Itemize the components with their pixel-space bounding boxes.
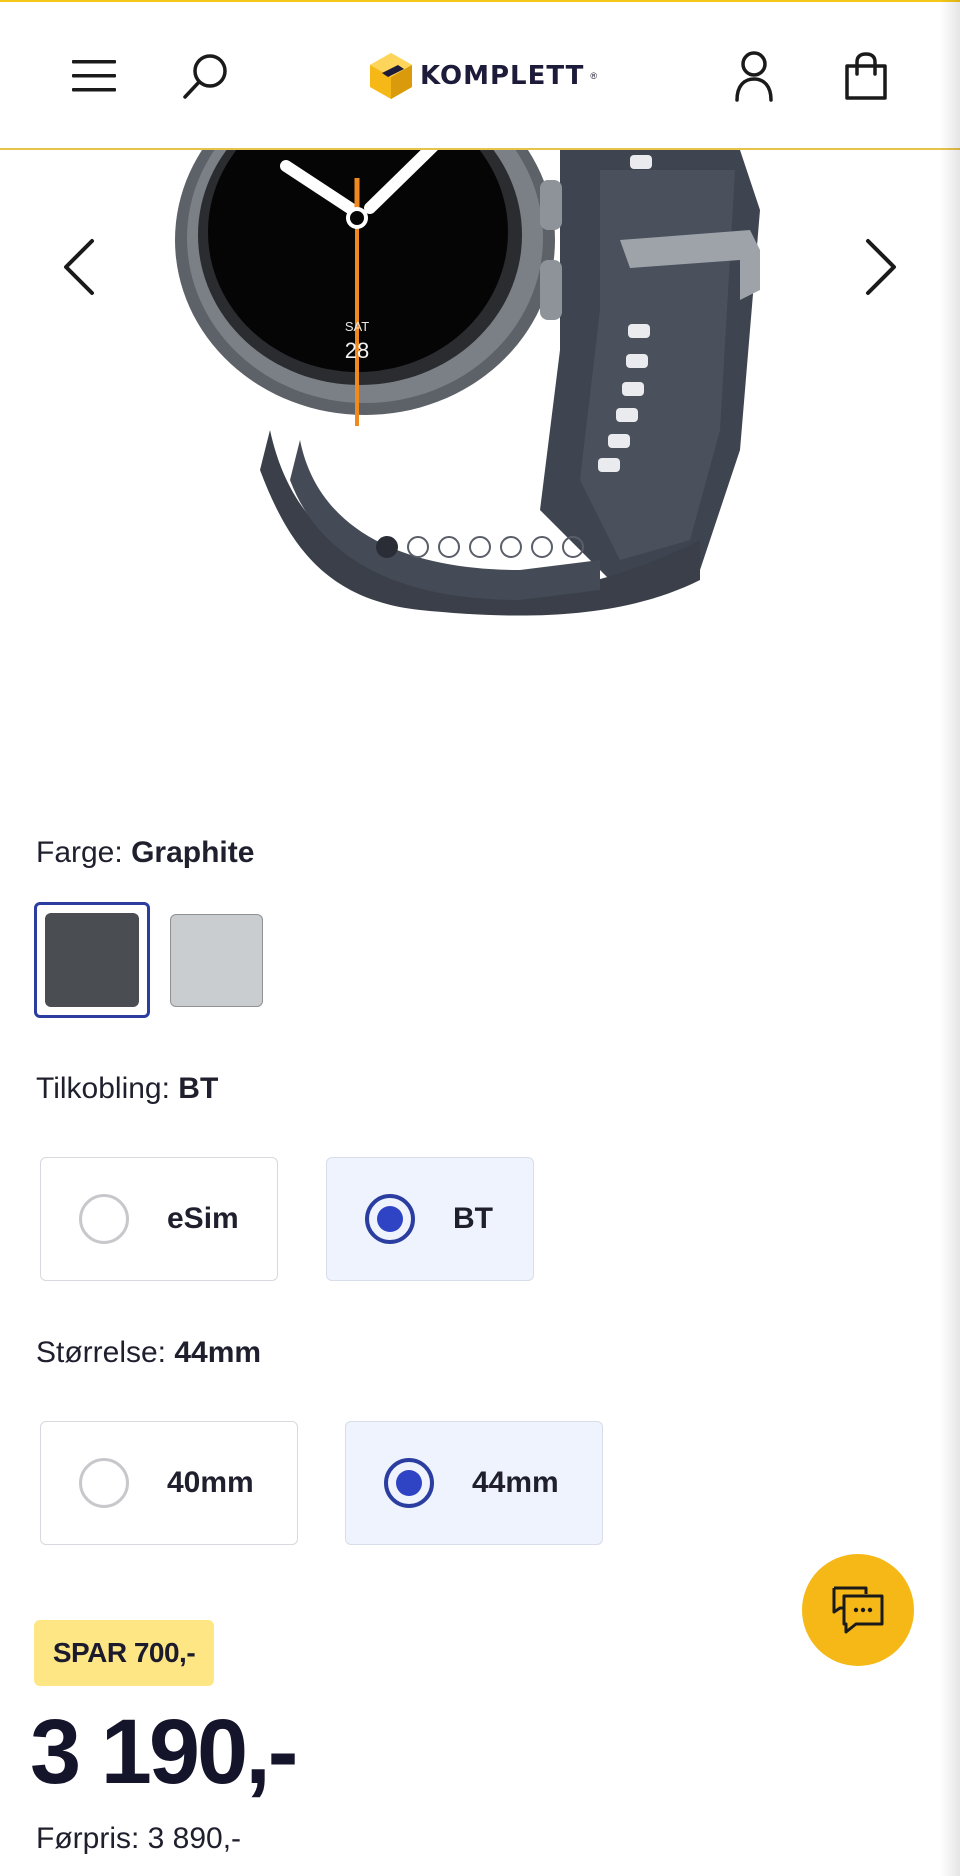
previous-price: Førpris: 3 890,- bbox=[36, 1822, 242, 1855]
option-label: 40mm bbox=[167, 1466, 254, 1499]
gallery-dot-5[interactable] bbox=[500, 536, 522, 558]
previous-image-button[interactable] bbox=[48, 230, 108, 304]
search-button[interactable] bbox=[170, 40, 242, 112]
cart-button[interactable] bbox=[830, 40, 902, 112]
logo-registered-mark: ® bbox=[590, 71, 598, 81]
discount-badge: SPAR 700,- bbox=[34, 1620, 214, 1686]
option-label: eSim bbox=[167, 1202, 239, 1235]
watch-face-date: 28 bbox=[345, 338, 369, 363]
menu-button[interactable] bbox=[58, 40, 130, 112]
search-icon bbox=[183, 54, 227, 99]
connectivity-option-bt[interactable]: BT bbox=[326, 1157, 534, 1281]
product-price: 3 190,- bbox=[30, 1701, 298, 1803]
color-swatch-graphite[interactable] bbox=[34, 902, 150, 1018]
page-edge-shadow bbox=[940, 0, 960, 1876]
gallery-dot-1[interactable] bbox=[376, 536, 398, 558]
gallery-dot-3[interactable] bbox=[438, 536, 460, 558]
gallery-pagination bbox=[376, 536, 584, 558]
watch-face-day: SAT bbox=[345, 319, 369, 334]
product-image-gallery[interactable]: SAT 28 bbox=[0, 150, 960, 660]
connectivity-option-esim[interactable]: eSim bbox=[40, 1157, 278, 1281]
size-label-text: Størrelse: bbox=[36, 1336, 167, 1369]
gallery-dot-6[interactable] bbox=[531, 536, 553, 558]
size-option-40mm[interactable]: 40mm bbox=[40, 1421, 298, 1545]
logo-text: KOMPLETT bbox=[420, 61, 585, 91]
logo-mark-icon bbox=[370, 53, 412, 99]
chevron-right-icon bbox=[866, 239, 896, 295]
connectivity-selected-value: BT bbox=[178, 1072, 219, 1105]
gallery-dot-2[interactable] bbox=[407, 536, 429, 558]
radio-unselected bbox=[79, 1194, 129, 1244]
product-image: SAT 28 bbox=[175, 150, 760, 616]
komplett-logo[interactable]: KOMPLETT ® bbox=[368, 50, 597, 102]
next-image-button[interactable] bbox=[852, 230, 912, 304]
color-selected-value: Graphite bbox=[131, 836, 255, 869]
menu-icon bbox=[72, 60, 116, 92]
chat-button[interactable] bbox=[802, 1554, 914, 1666]
color-swatch-graphite-fill bbox=[45, 913, 139, 1007]
option-label: BT bbox=[453, 1202, 493, 1235]
size-option-label: Størrelse: 44mm bbox=[36, 1336, 261, 1370]
connectivity-option-label: Tilkobling: BT bbox=[36, 1072, 218, 1106]
size-option-44mm[interactable]: 44mm bbox=[345, 1421, 603, 1545]
radio-selected bbox=[384, 1458, 434, 1508]
chat-bubbles-icon bbox=[832, 1586, 884, 1634]
color-option-label: Farge: Graphite bbox=[36, 836, 254, 870]
gallery-dot-4[interactable] bbox=[469, 536, 491, 558]
site-header: KOMPLETT ® bbox=[0, 0, 960, 150]
option-label: 44mm bbox=[472, 1466, 559, 1499]
account-button[interactable] bbox=[718, 40, 790, 112]
radio-selected bbox=[365, 1194, 415, 1244]
gallery-dot-7[interactable] bbox=[562, 536, 584, 558]
shopping-bag-icon bbox=[845, 52, 887, 100]
chevron-left-icon bbox=[64, 239, 94, 295]
color-swatch-silver[interactable] bbox=[170, 914, 263, 1007]
connectivity-label-text: Tilkobling: bbox=[36, 1072, 170, 1105]
account-icon bbox=[735, 51, 773, 102]
color-label-text: Farge: bbox=[36, 836, 123, 869]
radio-unselected bbox=[79, 1458, 129, 1508]
size-selected-value: 44mm bbox=[174, 1336, 262, 1369]
